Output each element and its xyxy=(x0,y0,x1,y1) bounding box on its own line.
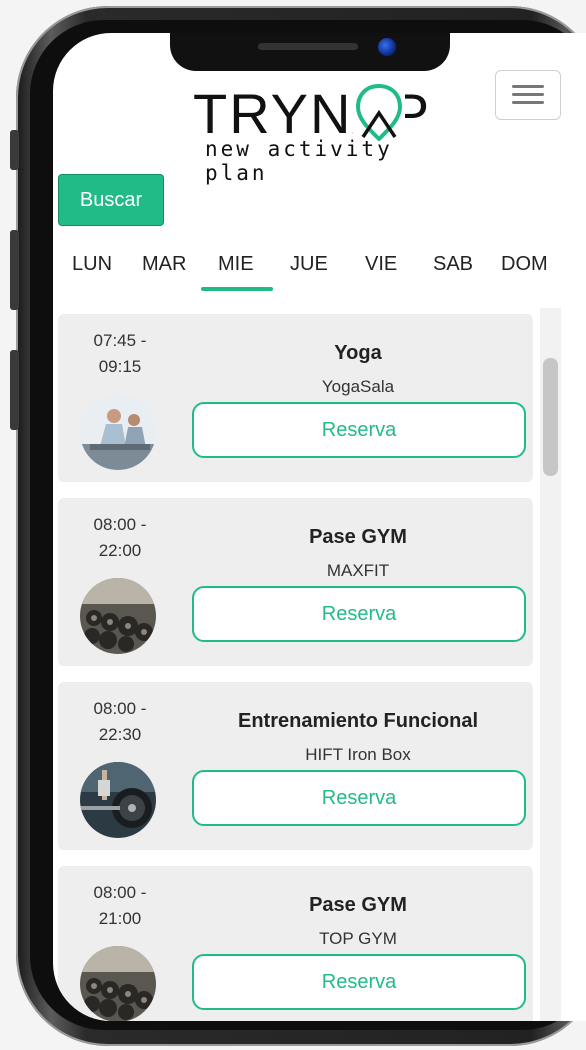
time-end: 22:30 xyxy=(98,725,142,744)
tab-sab[interactable]: SAB xyxy=(433,253,473,276)
volume-down-button xyxy=(10,350,19,430)
time-end: 22:00 xyxy=(98,541,142,560)
scrollbar-thumb[interactable] xyxy=(543,358,558,476)
trynap-logo: TRYNAP new activity plan xyxy=(193,81,433,185)
list-scrollbar[interactable] xyxy=(540,308,561,1021)
hamburger-icon-line xyxy=(512,101,544,104)
time-end: 21:00 xyxy=(98,909,142,928)
reserve-button[interactable]: Reserva xyxy=(192,954,526,1010)
activity-place: TOP GYM xyxy=(319,929,397,948)
reserve-button[interactable]: Reserva xyxy=(192,770,526,826)
location-pin-icon xyxy=(353,83,405,141)
day-tabs: LUN MAR MIE JUE VIE SAB DOM xyxy=(53,248,586,298)
activity-time: 08:00 - 22:00 xyxy=(72,512,168,564)
menu-button[interactable] xyxy=(495,70,561,120)
activity-time: 08:00 - 21:00 xyxy=(72,880,168,932)
activity-time: 08:00 - 22:30 xyxy=(72,696,168,748)
search-button[interactable]: Buscar xyxy=(58,174,164,226)
reserve-button[interactable]: Reserva xyxy=(192,586,526,642)
selected-day-indicator xyxy=(201,287,273,291)
activity-place: HIFT Iron Box xyxy=(305,745,411,764)
mute-switch xyxy=(10,130,19,170)
tab-dom[interactable]: DOM xyxy=(501,253,548,276)
time-start: 07:45 - xyxy=(93,331,147,350)
time-start: 08:00 - xyxy=(93,883,147,902)
yoga-photo xyxy=(80,394,156,470)
hamburger-icon-line xyxy=(512,93,544,96)
tab-lun[interactable]: LUN xyxy=(72,253,112,276)
gym-photo xyxy=(80,578,156,654)
speaker-grille xyxy=(258,43,358,50)
gym-photo xyxy=(80,946,156,1021)
app-screen: TRYNAP new activity plan Buscar LUN MAR … xyxy=(53,33,586,1021)
activity-card: 08:00 - 21:00 Pase GYM TOP GYM Reserva xyxy=(58,866,533,1021)
tab-mar[interactable]: MAR xyxy=(142,253,186,276)
camera-icon xyxy=(378,38,396,56)
activity-place: YogaSala xyxy=(321,377,395,396)
activity-card: 08:00 - 22:30 Entrenamiento Funcional HI… xyxy=(58,682,533,850)
tab-mie[interactable]: MIE xyxy=(218,253,254,276)
activity-title: Pase GYM xyxy=(309,894,407,916)
time-start: 08:00 - xyxy=(93,515,147,534)
tab-jue[interactable]: JUE xyxy=(290,253,328,276)
activity-title: Pase GYM xyxy=(309,526,407,548)
phone-notch xyxy=(170,33,450,71)
activity-title: Yoga xyxy=(334,342,382,364)
reserve-button[interactable]: Reserva xyxy=(192,402,526,458)
time-end: 09:15 xyxy=(98,357,142,376)
time-start: 08:00 - xyxy=(93,699,147,718)
activity-card: 07:45 - 09:15 Yoga YogaSala Reserva xyxy=(58,314,533,482)
activity-title: Entrenamiento Funcional xyxy=(237,710,479,732)
activity-place: MAXFIT xyxy=(326,561,390,580)
activity-time: 07:45 - 09:15 xyxy=(72,328,168,380)
hamburger-icon xyxy=(512,85,544,88)
activity-card: 08:00 - 22:00 Pase GYM MAXFIT Reserva xyxy=(58,498,533,666)
volume-up-button xyxy=(10,230,19,310)
barbell-photo xyxy=(80,762,156,838)
logo-tagline: new activity plan xyxy=(205,137,393,185)
tab-vie[interactable]: VIE xyxy=(365,253,397,276)
